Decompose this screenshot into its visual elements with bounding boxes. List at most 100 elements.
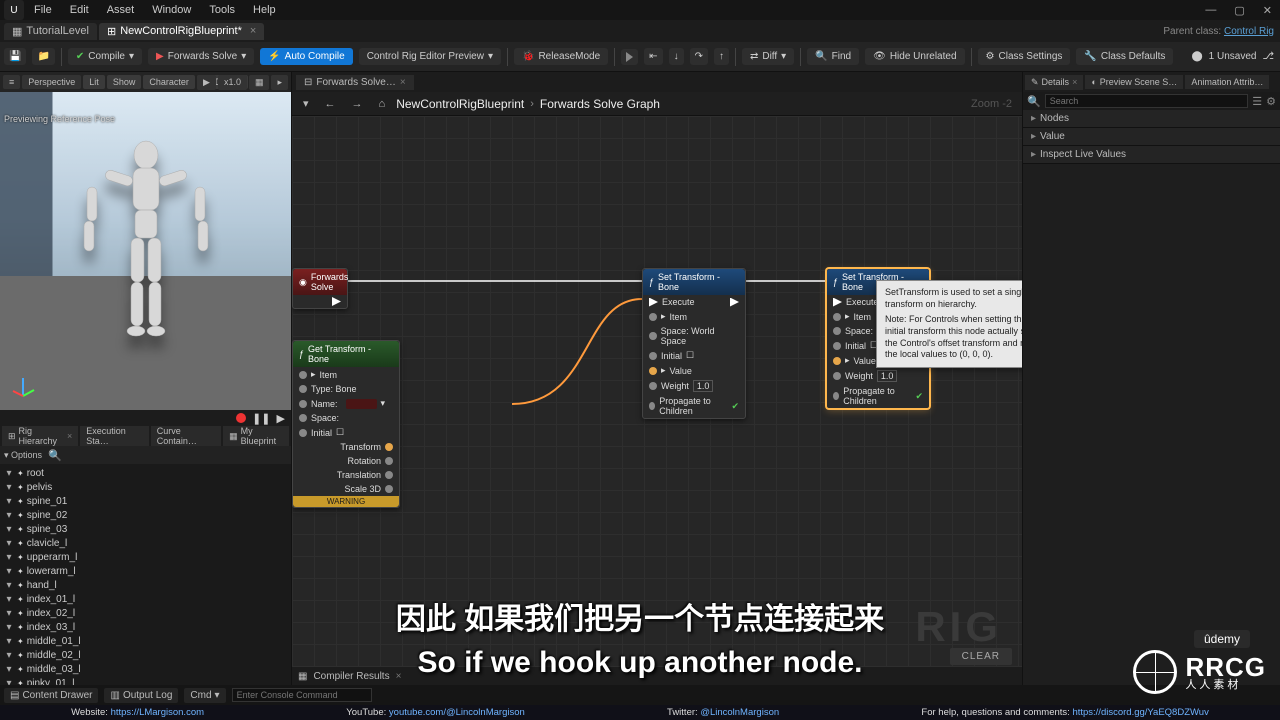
close-icon[interactable]: ✕ xyxy=(1259,4,1276,17)
in-pin[interactable] xyxy=(649,382,657,390)
in-pin[interactable] xyxy=(649,313,657,321)
filter-icon[interactable]: ☰ xyxy=(1252,95,1262,108)
viewport-character[interactable]: Character xyxy=(143,75,195,89)
viewport-show[interactable]: Show xyxy=(107,75,142,89)
node-get-transform[interactable]: ƒGet Transform - Bone ▸Item Type: Bone N… xyxy=(292,340,400,508)
tab-tutorial-level[interactable]: ▦ TutorialLevel xyxy=(4,23,97,40)
tab-details[interactable]: ✎Details× xyxy=(1025,75,1083,90)
bone-middle_01_l[interactable]: ▾✦middle_01_l xyxy=(0,634,291,648)
in-pin[interactable] xyxy=(649,332,657,340)
clear-button[interactable]: CLEAR xyxy=(950,648,1012,665)
menu-asset[interactable]: Asset xyxy=(99,2,143,18)
breadcrumb-graph[interactable]: Forwards Solve Graph xyxy=(540,97,660,111)
tab-close-icon[interactable]: × xyxy=(67,431,72,441)
step-into-button[interactable]: ↓ xyxy=(669,48,684,65)
play-button[interactable] xyxy=(621,49,638,65)
details-search-input[interactable] xyxy=(1045,94,1249,108)
release-mode-button[interactable]: 🐞ReleaseMode xyxy=(514,48,608,65)
options-dropdown[interactable]: ▾ Options xyxy=(4,450,42,461)
output-log-button[interactable]: ▥Output Log xyxy=(104,688,178,703)
bone-pelvis[interactable]: ▾✦pelvis xyxy=(0,480,291,494)
in-pin[interactable] xyxy=(833,342,841,350)
maximize-icon[interactable]: ▢ xyxy=(1230,4,1248,17)
out-pin[interactable] xyxy=(385,457,393,465)
source-control-icon[interactable]: ⎇ xyxy=(1262,51,1274,62)
menu-file[interactable]: File xyxy=(26,2,60,18)
bone-middle_03_l[interactable]: ▾✦middle_03_l xyxy=(0,662,291,676)
in-pin[interactable] xyxy=(833,372,841,380)
footer-link[interactable]: youtube.com/@LincolnMargison xyxy=(389,707,525,718)
minimize-icon[interactable]: — xyxy=(1201,4,1220,16)
gear-icon[interactable]: ⚙ xyxy=(1266,95,1276,108)
tab-anim-attrib[interactable]: Animation Attrib… xyxy=(1185,75,1269,89)
in-pin[interactable] xyxy=(649,352,657,360)
bone-index_02_l[interactable]: ▾✦index_02_l xyxy=(0,606,291,620)
class-settings-button[interactable]: ⚙Class Settings xyxy=(978,48,1071,65)
tab-rig-hierarchy[interactable]: ⊞Rig Hierarchy× xyxy=(2,424,78,448)
in-pin[interactable] xyxy=(833,392,839,400)
nav-back-icon[interactable]: ← xyxy=(320,96,341,112)
out-pin[interactable] xyxy=(385,443,393,451)
nav-home-icon[interactable]: ⌂ xyxy=(374,96,391,112)
bone-lowerarm_l[interactable]: ▾✦lowerarm_l xyxy=(0,564,291,578)
bone-clavicle_l[interactable]: ▾✦clavicle_l xyxy=(0,536,291,550)
search-icon[interactable]: 🔍 xyxy=(48,449,62,462)
class-defaults-button[interactable]: 🔧Class Defaults xyxy=(1076,48,1173,65)
console-input[interactable] xyxy=(232,688,372,702)
bone-index_01_l[interactable]: ▾✦index_01_l xyxy=(0,592,291,606)
tab-close-icon[interactable]: × xyxy=(1072,77,1077,87)
diff-button[interactable]: ⇄Diff▾ xyxy=(742,48,794,65)
section-inspect-live[interactable]: ▸Inspect Live Values xyxy=(1023,146,1280,164)
in-pin[interactable] xyxy=(649,402,655,410)
save-button[interactable]: 💾 xyxy=(4,48,26,65)
graph-canvas[interactable]: RIG ◉Forwards Solve ƒGet Transform - Bon… xyxy=(292,116,1022,667)
in-pin[interactable] xyxy=(299,429,307,437)
exec-out-pin[interactable] xyxy=(332,297,341,306)
find-button[interactable]: 🔍Find xyxy=(807,48,859,65)
out-pin[interactable] xyxy=(385,485,393,493)
viewport-speed[interactable]: x1.0 xyxy=(218,75,247,90)
nav-menu-icon[interactable]: ▾ xyxy=(298,95,314,112)
bone-spine_01[interactable]: ▾✦spine_01 xyxy=(0,494,291,508)
in-pin[interactable] xyxy=(649,367,657,375)
viewport-play-icon[interactable]: ▶ xyxy=(197,75,216,90)
bone-spine_02[interactable]: ▾✦spine_02 xyxy=(0,508,291,522)
step-over-button[interactable]: ↷ xyxy=(690,48,708,65)
tab-forwards-solve[interactable]: ⊟Forwards Solve…× xyxy=(296,75,414,90)
node-set-transform-1[interactable]: ƒSet Transform - Bone Execute ▸Item Spac… xyxy=(642,268,746,419)
pause-icon[interactable]: ❚❚ xyxy=(252,412,270,425)
menu-help[interactable]: Help xyxy=(245,2,284,18)
forward-icon[interactable]: ▶ xyxy=(277,412,285,425)
footer-link[interactable]: https://discord.gg/YaEQ8DZWuv xyxy=(1072,707,1208,718)
viewport-perspective[interactable]: Perspective xyxy=(22,75,81,89)
section-nodes[interactable]: ▸Nodes xyxy=(1023,110,1280,128)
step-out-button[interactable]: ↑ xyxy=(714,48,729,65)
footer-link[interactable]: https://LMargison.com xyxy=(111,707,204,718)
viewport-menu[interactable]: ≡ xyxy=(3,75,20,89)
menu-tools[interactable]: Tools xyxy=(201,2,243,18)
nav-forward-icon[interactable]: → xyxy=(347,96,368,112)
viewport-3d[interactable]: Previewing Reference Pose xyxy=(0,92,291,410)
editor-preview-dropdown[interactable]: Control Rig Editor Preview▾ xyxy=(359,48,501,65)
breadcrumb-root[interactable]: NewControlRigBlueprint xyxy=(396,97,524,111)
bone-middle_02_l[interactable]: ▾✦middle_02_l xyxy=(0,648,291,662)
tab-control-rig-bp[interactable]: ⊞ NewControlRigBlueprint* × xyxy=(99,23,264,40)
footer-link[interactable]: @LincolnMargison xyxy=(700,707,779,718)
bone-tree[interactable]: ▾✦root▾✦pelvis▾✦spine_01▾✦spine_02▾✦spin… xyxy=(0,464,291,685)
out-pin[interactable] xyxy=(385,471,393,479)
tab-execution-stack[interactable]: Execution Sta… xyxy=(80,424,149,448)
compile-button[interactable]: ✔Compile▾ xyxy=(68,48,142,65)
viewport-snap[interactable]: ▦ xyxy=(249,75,270,90)
tab-close-icon[interactable]: × xyxy=(400,77,406,88)
tab-close-icon[interactable]: × xyxy=(250,25,256,37)
in-pin[interactable] xyxy=(833,327,841,335)
content-drawer-button[interactable]: ▤Content Drawer xyxy=(4,688,98,703)
bone-pinky_01_l[interactable]: ▾✦pinky_01_l xyxy=(0,676,291,685)
node-forwards-solve[interactable]: ◉Forwards Solve xyxy=(292,268,348,309)
step-back-button[interactable]: ⇤ xyxy=(644,48,662,65)
in-pin[interactable] xyxy=(833,357,841,365)
bone-upperarm_l[interactable]: ▾✦upperarm_l xyxy=(0,550,291,564)
hide-unrelated-button[interactable]: 👁Hide Unrelated xyxy=(865,48,964,65)
bone-root[interactable]: ▾✦root xyxy=(0,466,291,480)
exec-in-pin[interactable] xyxy=(833,298,842,307)
